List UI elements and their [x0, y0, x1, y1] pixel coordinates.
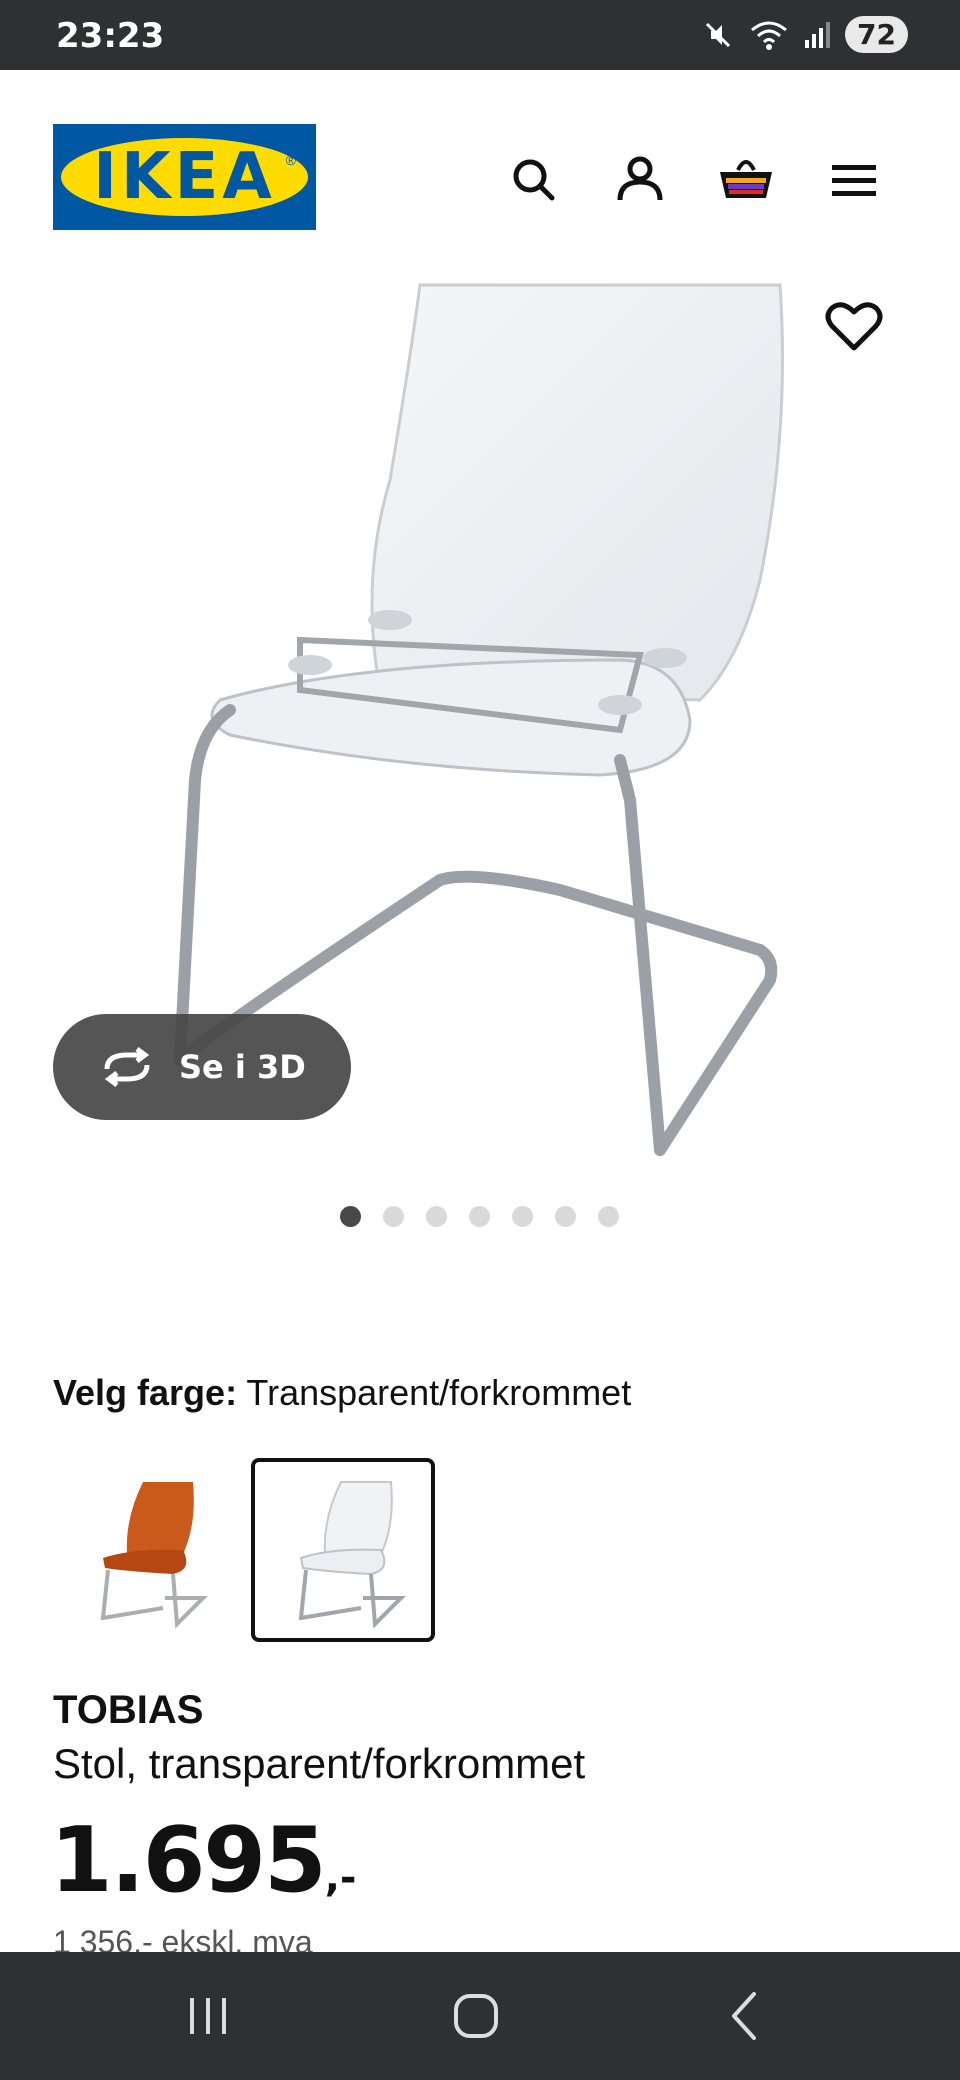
price-amount: 1.695 [50, 1808, 327, 1913]
product-price: 1.695,- [50, 1808, 356, 1913]
color-label-key: Velg farge: [53, 1372, 238, 1413]
pagination-dot[interactable] [383, 1206, 404, 1227]
wifi-icon [751, 21, 787, 50]
pagination-dot[interactable] [512, 1206, 533, 1227]
site-header: IKEA ® [0, 70, 960, 280]
logo-text: IKEA [93, 140, 276, 214]
pagination-dot[interactable] [598, 1206, 619, 1227]
logo-registered-mark: ® [285, 152, 296, 168]
recents-icon[interactable] [178, 1986, 238, 2046]
product-description: Stol, transparent/forkrommet [53, 1740, 586, 1787]
view-in-3d-label: Se i 3D [179, 1048, 306, 1086]
back-icon[interactable] [716, 1986, 776, 2046]
pagination-dot[interactable] [555, 1206, 576, 1227]
color-selected-value: Transparent/forkrommet [246, 1372, 632, 1413]
home-icon[interactable] [446, 1986, 506, 2046]
product-name: TOBIAS [53, 1688, 204, 1732]
search-icon[interactable] [504, 150, 564, 210]
status-time: 23:23 [56, 16, 165, 56]
price-suffix: ,- [324, 1855, 357, 1901]
signal-icon [805, 21, 831, 48]
system-nav-bar [0, 1952, 960, 2080]
status-bar: 23:23 72 [0, 0, 960, 70]
pagination-dot[interactable] [469, 1206, 490, 1227]
pagination-dot[interactable] [426, 1206, 447, 1227]
favorite-heart-icon[interactable] [824, 296, 884, 356]
transparent-chair-thumbnail [298, 1481, 406, 1629]
cart-icon[interactable] [716, 150, 776, 210]
ikea-logo[interactable]: IKEA ® [53, 124, 316, 230]
rotate-3d-icon [104, 1047, 150, 1087]
image-pagination [340, 1206, 619, 1227]
view-in-3d-button[interactable]: Se i 3D [53, 1014, 351, 1120]
status-icons: 72 [701, 16, 908, 53]
menu-icon[interactable] [824, 150, 884, 210]
color-option-orange[interactable] [53, 1458, 237, 1642]
mute-icon [705, 22, 731, 47]
pagination-dot[interactable] [340, 1206, 361, 1227]
color-picker-label: Velg farge: Transparent/forkrommet [53, 1372, 631, 1414]
orange-chair-thumbnail [100, 1482, 208, 1629]
color-option-transparent[interactable] [251, 1458, 435, 1642]
account-icon[interactable] [610, 150, 670, 210]
battery-level: 72 [845, 16, 908, 53]
